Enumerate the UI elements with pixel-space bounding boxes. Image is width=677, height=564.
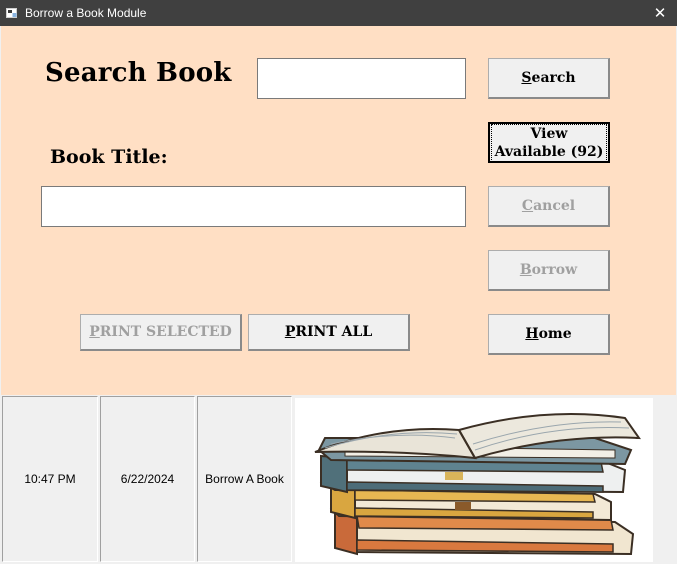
window-title: Borrow a Book Module xyxy=(25,6,147,20)
close-icon[interactable]: ✕ xyxy=(643,0,677,26)
home-button-label: ome xyxy=(538,326,572,342)
borrow-book-window: Borrow a Book Module ✕ Search Book Book … xyxy=(0,0,677,564)
print-all-label: RINT ALL xyxy=(295,324,373,340)
status-time: 10:47 PM xyxy=(2,396,98,562)
borrow-button[interactable]: Borrow xyxy=(488,250,610,291)
view-available-button[interactable]: View Available (92) xyxy=(488,122,610,163)
app-icon xyxy=(6,7,18,22)
search-button[interactable]: Search xyxy=(488,58,610,99)
print-selected-accesskey: P xyxy=(89,324,100,340)
view-available-line1: View xyxy=(530,125,568,142)
home-button-accesskey: H xyxy=(525,326,539,342)
print-selected-label: RINT SELECTED xyxy=(99,324,232,340)
cancel-button-label: ancel xyxy=(533,198,576,214)
search-input[interactable] xyxy=(257,58,466,99)
books-stack-icon xyxy=(295,398,653,562)
search-book-label: Search Book xyxy=(45,58,232,88)
search-button-label: earch xyxy=(531,70,576,86)
title-bar: Borrow a Book Module ✕ xyxy=(0,0,677,26)
status-date: 6/22/2024 xyxy=(100,396,195,562)
view-available-line2: Available (92) xyxy=(494,143,604,160)
cancel-button[interactable]: Cancel xyxy=(488,186,610,227)
home-button[interactable]: Home xyxy=(488,314,610,355)
book-title-field[interactable] xyxy=(41,186,466,227)
print-all-button[interactable]: PRINT ALL xyxy=(248,314,410,351)
search-button-accesskey: S xyxy=(521,70,532,86)
borrow-button-accesskey: B xyxy=(519,262,532,278)
book-title-label: Book Title: xyxy=(50,146,168,168)
cancel-button-accesskey: C xyxy=(521,198,534,214)
status-module: Borrow A Book xyxy=(197,396,292,562)
print-all-accesskey: P xyxy=(284,324,296,340)
borrow-button-label: orrow xyxy=(531,262,578,278)
print-selected-button[interactable]: PRINT SELECTED xyxy=(80,314,242,351)
